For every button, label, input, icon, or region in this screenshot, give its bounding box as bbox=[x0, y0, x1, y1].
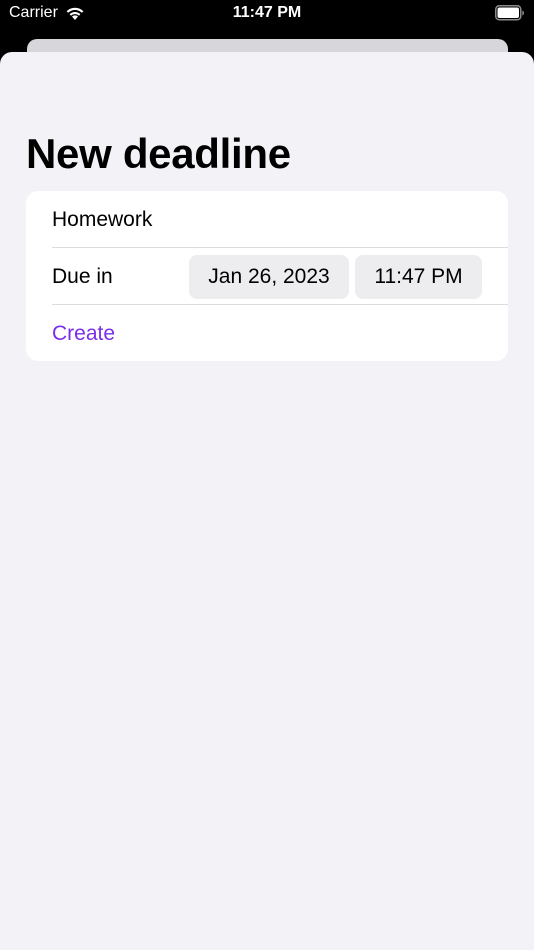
new-deadline-sheet: New deadline Due in Jan 26, 2023 11:47 P… bbox=[0, 52, 534, 950]
deadline-title-field[interactable] bbox=[52, 207, 508, 232]
battery-icon bbox=[495, 5, 524, 21]
time-picker-button[interactable]: 11:47 PM bbox=[355, 255, 482, 299]
screen: Carrier 11:47 PM New deadline Due in Jan… bbox=[0, 0, 534, 950]
page-title: New deadline bbox=[26, 130, 291, 177]
title-row bbox=[52, 191, 508, 248]
status-bar: Carrier 11:47 PM bbox=[0, 0, 534, 30]
status-time: 11:47 PM bbox=[232, 4, 302, 21]
due-row: Due in Jan 26, 2023 11:47 PM bbox=[52, 248, 508, 305]
due-label: Due in bbox=[52, 264, 113, 288]
create-row: Create bbox=[52, 305, 508, 361]
deadline-form: Due in Jan 26, 2023 11:47 PM Create bbox=[26, 191, 508, 361]
date-picker-button[interactable]: Jan 26, 2023 bbox=[189, 255, 349, 299]
create-button[interactable]: Create bbox=[52, 322, 115, 346]
